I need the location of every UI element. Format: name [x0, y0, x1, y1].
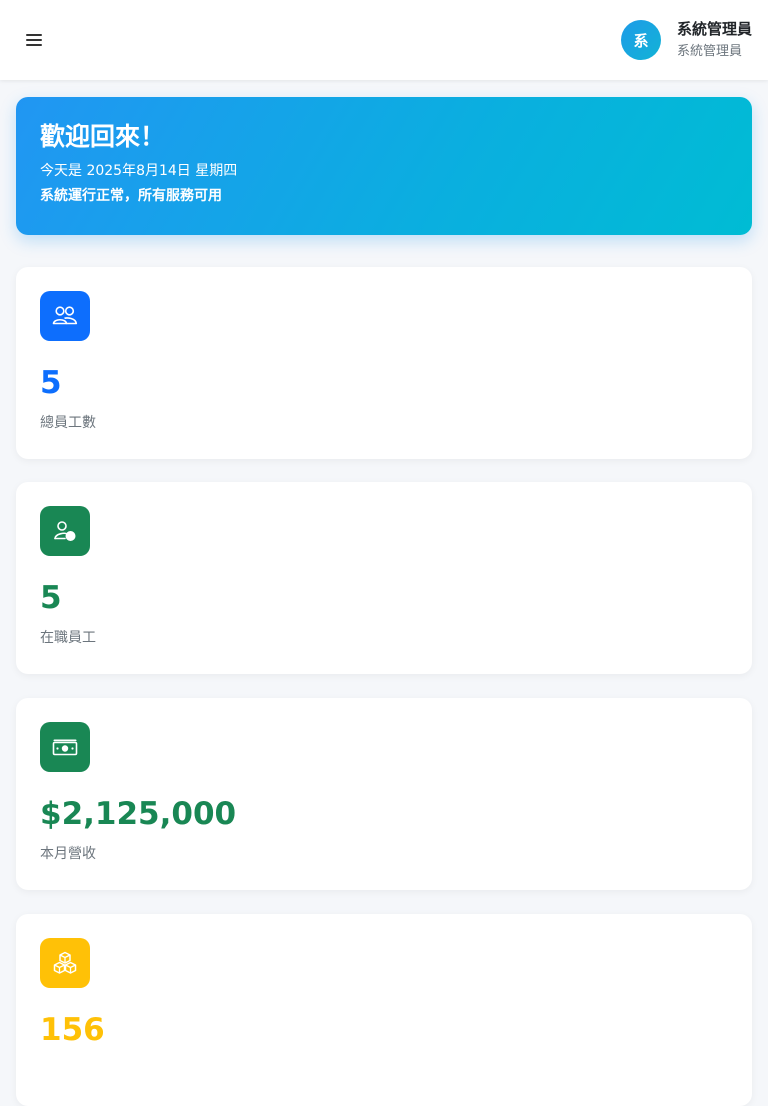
boxes-icon	[40, 938, 90, 988]
cash-icon	[40, 722, 90, 772]
stat-label: 總員工數	[40, 415, 96, 431]
stat-value: 5	[40, 365, 62, 401]
hamburger-menu-icon[interactable]	[22, 28, 46, 52]
stat-card-inventory: 156	[16, 914, 752, 1106]
stat-card-active-employees: 5 在職員工	[16, 482, 752, 674]
status-line: 系統運行正常，所有服務可用	[40, 188, 222, 204]
stat-value: $2,125,000	[40, 796, 237, 832]
stat-label: 本月營收	[40, 846, 96, 862]
stat-card-monthly-revenue: $2,125,000 本月營收	[16, 698, 752, 890]
user-info: 系統管理員 系統管理員	[677, 19, 752, 61]
stat-value: 5	[40, 580, 62, 616]
user-menu[interactable]: 系 系統管理員 系統管理員	[620, 18, 752, 62]
stat-value: 156	[40, 1012, 105, 1048]
welcome-title: 歡迎回來！	[40, 122, 166, 151]
people-icon	[40, 291, 90, 341]
date-line: 今天是 2025年8月14日 星期四	[40, 163, 238, 179]
user-name: 系統管理員	[676, 20, 752, 38]
avatar[interactable]: 系	[620, 20, 661, 60]
welcome-banner: 歡迎回來！ 今天是 2025年8月14日 星期四 系統運行正常，所有服務可用	[16, 97, 752, 235]
person-active-icon	[40, 506, 90, 556]
top-bar: 系 系統管理員 系統管理員	[0, 0, 768, 80]
stat-card-total-employees: 5 總員工數	[16, 267, 752, 459]
stat-label: 在職員工	[40, 630, 96, 646]
user-role: 系統管理員	[676, 44, 742, 59]
